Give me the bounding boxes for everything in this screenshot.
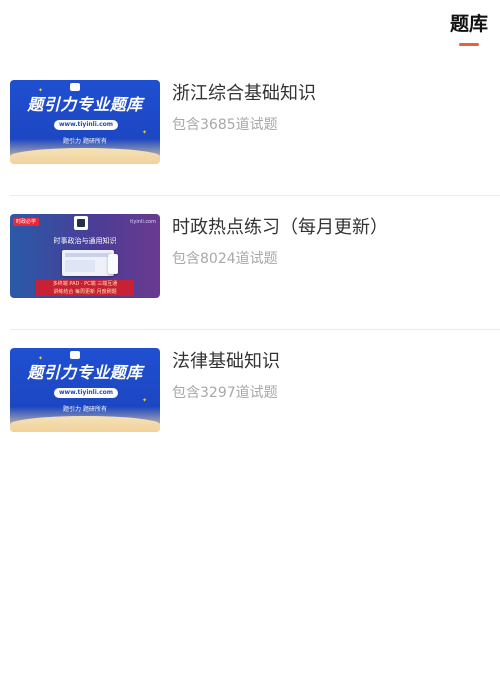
banner-ribbon xyxy=(10,416,160,432)
banner-headline: 时事政治与通用知识 xyxy=(53,237,117,245)
item-question-count: 包含3297道试题 xyxy=(172,385,278,401)
item-question-count: 包含8024道试题 xyxy=(172,251,278,267)
laptop-illustration xyxy=(62,250,114,276)
banner-bottom-bar: 多终端 PAD · PC端 三端互通 讲练结合 每周更新 月度刷题 xyxy=(36,280,134,296)
item-title: 时政热点练习（每月更新） xyxy=(172,217,388,238)
course-thumbnail: ✦ ✦ 题引力专业题库 www.tiyinli.com 题引力 题研所有 xyxy=(10,348,160,432)
banner-bottom-line-1: 多终端 PAD · PC端 三端互通 xyxy=(52,281,118,287)
thumbnail-banner: ✦ ✦ 题引力专业题库 www.tiyinli.com 题引力 题研所有 xyxy=(10,80,160,164)
banner-site: www.tiyinli.com xyxy=(54,120,118,130)
course-thumbnail: ✦ ✦ 题引力专业题库 www.tiyinli.com 题引力 题研所有 xyxy=(10,80,160,164)
question-bank-list: ✦ ✦ 题引力专业题库 www.tiyinli.com 题引力 题研所有 浙江综… xyxy=(0,62,500,464)
list-item[interactable]: ✦ ✦ 题引力专业题库 www.tiyinli.com 题引力 题研所有 浙江综… xyxy=(10,62,500,196)
banner-site: www.tiyinli.com xyxy=(54,388,118,398)
list-item[interactable]: ✦ ✦ 题引力专业题库 www.tiyinli.com 题引力 题研所有 法律基… xyxy=(10,330,500,464)
list-item[interactable]: 时政必学 tiyinli.com 时事政治与通用知识 多终端 PAD · PC端… xyxy=(10,196,500,330)
banner-tag: 时政必学 xyxy=(13,218,40,226)
logo-icon xyxy=(70,351,80,359)
sparkle-icon: ✦ xyxy=(142,129,148,136)
item-title: 法律基础知识 xyxy=(172,351,280,372)
banner-ribbon xyxy=(10,148,160,164)
banner-bottom-line-2: 讲练结合 每周更新 月度刷题 xyxy=(53,289,117,295)
logo-icon xyxy=(74,216,88,230)
banner-site: tiyinli.com xyxy=(130,219,156,225)
active-tab-indicator xyxy=(459,43,479,46)
sparkle-icon: ✦ xyxy=(142,397,148,404)
tab-label: 题库 xyxy=(449,13,488,35)
phone-illustration xyxy=(108,254,118,274)
logo-icon xyxy=(70,83,80,91)
thumbnail-banner: ✦ ✦ 题引力专业题库 www.tiyinli.com 题引力 题研所有 xyxy=(10,348,160,432)
thumbnail-banner: 时政必学 tiyinli.com 时事政治与通用知识 多终端 PAD · PC端… xyxy=(10,214,160,298)
item-title: 浙江综合基础知识 xyxy=(172,83,316,104)
tab-question-bank[interactable]: 题库 xyxy=(448,12,490,46)
item-question-count: 包含3685道试题 xyxy=(172,117,278,133)
banner-headline: 题引力专业题库 xyxy=(27,95,143,114)
banner-headline: 题引力专业题库 xyxy=(27,363,143,382)
banner-tagline: 题引力 题研所有 xyxy=(63,406,107,413)
banner-tagline: 题引力 题研所有 xyxy=(63,138,107,145)
course-thumbnail: 时政必学 tiyinli.com 时事政治与通用知识 多终端 PAD · PC端… xyxy=(10,214,160,298)
